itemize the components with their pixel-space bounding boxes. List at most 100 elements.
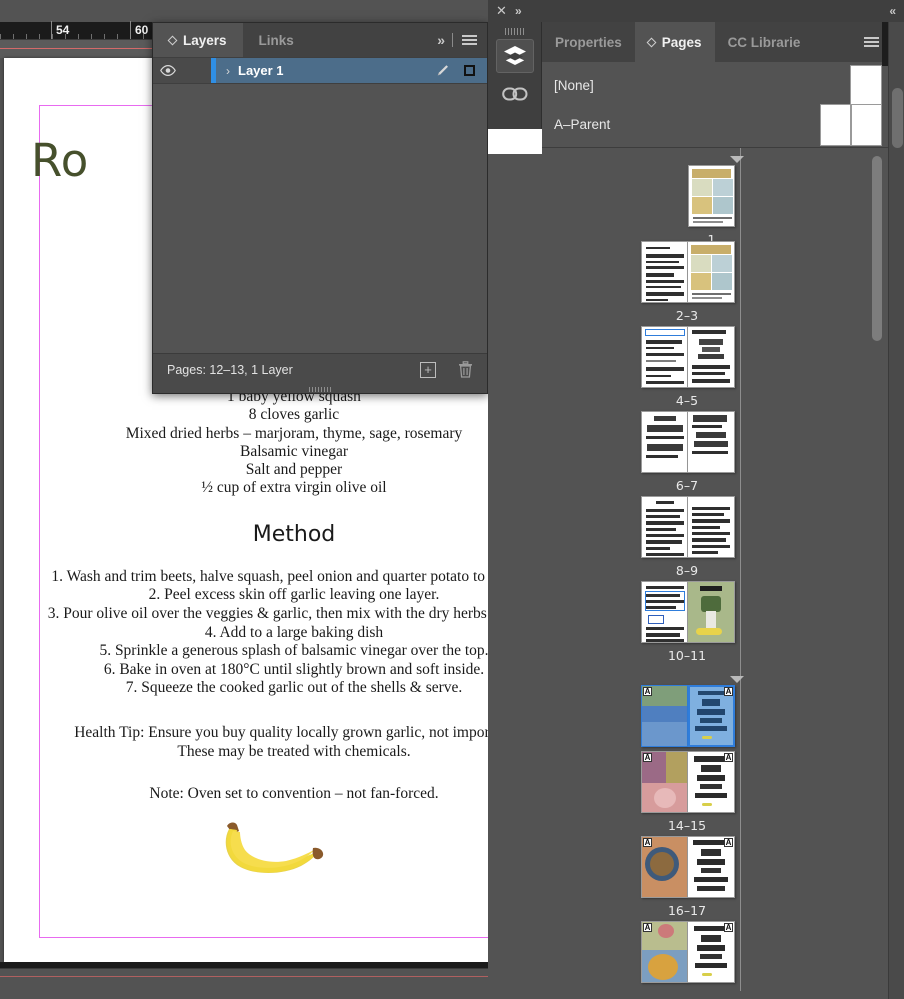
method-step: 3. Pour olive oil over the veggies & gar… [47,604,541,622]
ruler-label: 54 [56,23,70,37]
parent-badge: A [643,753,652,762]
page-thumbnail[interactable]: A [641,921,688,983]
list-item[interactable]: [None] [542,64,888,107]
new-layer-button[interactable]: + [420,361,436,378]
parent-badge: A [724,923,733,932]
list-item[interactable]: A A 14–15 [542,751,832,835]
layers-panel-footer: Pages: 12–13, 1 Layer + [153,353,487,385]
target-square-icon[interactable] [464,65,475,76]
page-thumbnail[interactable] [641,411,688,473]
oven-note: Note: Oven set to convention – not fan-f… [149,784,439,802]
pages-scrollbar-thumb[interactable] [872,156,882,341]
ruler-tick [91,34,92,39]
tab-links-label: Links [258,32,294,48]
parent-badge: A [643,838,652,847]
dock-scrollbar[interactable] [888,22,904,999]
layers-stack-icon [503,46,526,65]
page-thumbnail[interactable] [641,241,688,303]
ruler-tick [52,34,53,39]
health-tip-line: Health Tip: Ensure you buy quality local… [74,723,514,741]
indesign-window: 5460 Roges 1 baby yellow squash 8 cloves… [0,0,904,999]
list-item[interactable]: 2–3 [542,241,832,325]
parent-badge: A [643,923,652,932]
grip-dots-icon [308,386,332,392]
page-thumbnail[interactable] [688,496,735,558]
page-thumbnail[interactable] [688,326,735,388]
list-item[interactable]: 4–5 [542,326,832,410]
page-thumbnail[interactable] [641,581,688,643]
list-item[interactable]: 10–11 [542,581,832,665]
page-thumbnail[interactable]: A [688,685,735,747]
layers-list[interactable]: › Layer 1 [153,57,487,353]
tab-properties-label: Properties [555,34,622,50]
page-thumbnail[interactable] [641,496,688,558]
layers-status-text: Pages: 12–13, 1 Layer [167,362,293,377]
chevron-right-icon[interactable]: › [226,64,230,78]
pages-scrollbar[interactable] [872,156,882,981]
layers-panel-tabbar: Layers Links » [153,23,487,57]
close-icon[interactable]: ✕ [496,3,507,19]
document-status-bar [0,968,543,999]
table-row[interactable]: › Layer 1 [153,57,487,84]
layer-lock-cell[interactable] [183,58,211,83]
layer-visibility-toggle[interactable] [153,58,183,83]
list-item[interactable]: 8–9 [542,496,832,580]
double-chevron-icon[interactable]: » [437,32,445,48]
tab-links[interactable]: Links [243,23,310,57]
dock-scrollbar-thumb[interactable] [892,88,903,148]
page-thumbnail[interactable] [688,411,735,473]
ruler-major-tick [130,21,131,39]
page-thumbnail[interactable] [688,165,735,227]
tab-layers-label: Layers [183,32,227,48]
page-thumbnail[interactable]: A [641,751,688,813]
hamburger-menu-icon[interactable] [864,34,879,50]
layers-tabbar-controls: » [427,23,487,57]
banana-image[interactable] [4,818,543,885]
tab-cc-libraries[interactable]: CC Librarie [715,22,807,62]
page-thumbnail[interactable]: A [641,685,688,747]
tab-pages[interactable]: Pages [634,22,715,62]
status-bar-guide [0,976,543,977]
banana-icon [225,822,323,874]
tab-layers[interactable]: Layers [153,23,243,57]
hamburger-menu-icon[interactable] [462,32,477,48]
ingredient-item: 8 cloves garlic [248,406,340,424]
list-item[interactable]: A–Parent [542,103,888,146]
collapse-chevron-icon[interactable]: « [889,4,896,18]
page-thumbnail[interactable] [688,581,735,643]
method-step: 6. Bake in oven at 180°C until slightly … [103,660,485,678]
layers-panel[interactable]: Layers Links » › Layer 1 Pages: 12–13, 1… [152,22,488,394]
pages-thumbnail-list[interactable]: 1 2–3 4–5 6–7 8–9 10–11 A A A A 14–15 A … [542,148,888,991]
parent-thumbnail[interactable] [820,103,882,146]
dock-title-bar[interactable]: ✕ » « [488,0,904,22]
page-thumbnail[interactable]: A [641,836,688,898]
page-thumbnail[interactable]: A [688,751,735,813]
pen-icon[interactable] [434,63,450,79]
list-item[interactable]: 1 [542,156,832,249]
rail-button-layers[interactable] [495,39,534,73]
current-page-marker-icon [730,676,744,683]
page-thumbnail[interactable]: A [688,921,735,983]
page-label: 8–9 [675,563,699,578]
page-label: 18–19 [668,988,706,991]
list-item[interactable]: A A 18–19 [542,921,832,991]
list-item[interactable]: A A 16–17 [542,836,832,920]
layer-name-label: Layer 1 [238,63,284,78]
rail-grip-icon[interactable] [488,22,541,35]
parent-thumbnail[interactable] [850,64,882,107]
expand-chevron-icon[interactable]: » [515,4,522,18]
layer-name-cell[interactable]: › Layer 1 [216,63,434,78]
rail-button-links[interactable] [496,77,534,111]
tab-properties[interactable]: Properties [542,22,635,62]
page-thumbnail[interactable]: A [688,836,735,898]
parent-pages-list[interactable]: [None] A–Parent [542,62,888,146]
link-chain-icon [501,87,527,101]
page-thumbnail[interactable] [641,326,688,388]
pages-panel[interactable]: Properties Pages CC Librarie [None] A–Pa… [542,22,888,999]
parent-badge: A [724,687,733,696]
tab-pages-label: Pages [661,34,702,50]
panel-resize-grip[interactable] [153,385,487,393]
list-item[interactable]: 6–7 [542,411,832,495]
page-thumbnail[interactable] [688,241,735,303]
trash-icon[interactable] [458,361,473,378]
